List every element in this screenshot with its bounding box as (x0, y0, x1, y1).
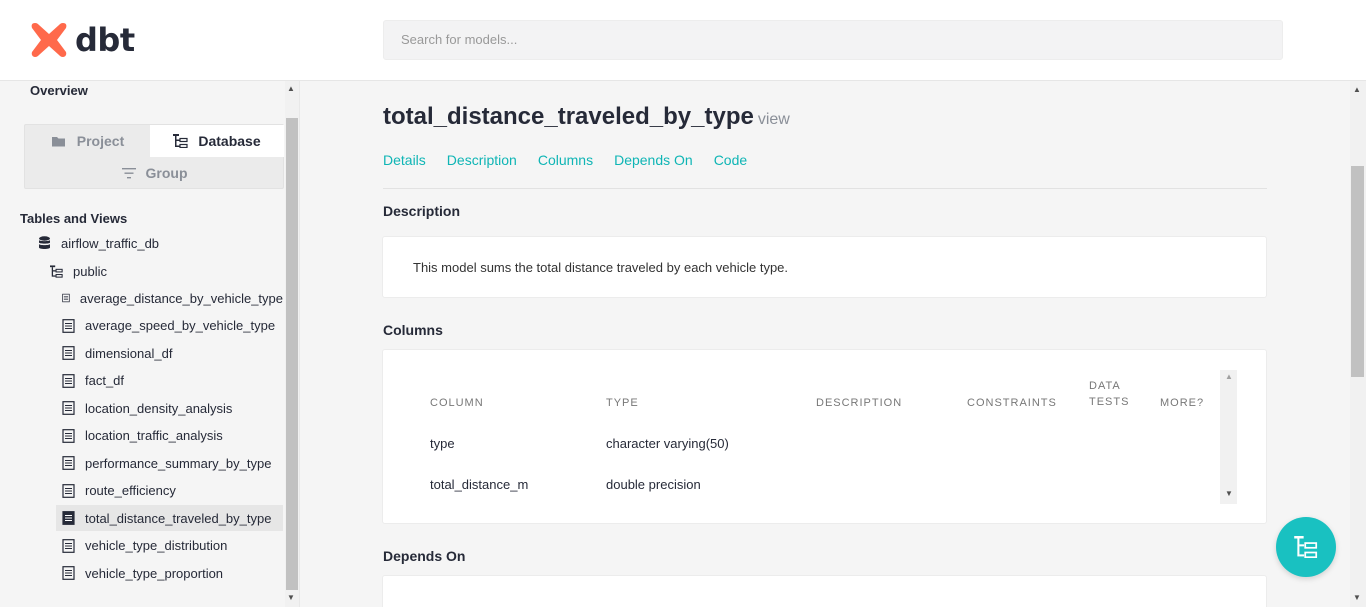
sidebar-model-item[interactable]: average_speed_by_vehicle_type (56, 313, 283, 339)
model-name: total_distance_traveled_by_type (383, 103, 754, 130)
row-2-column[interactable]: total_distance_m (430, 477, 528, 492)
sidebar-model-item[interactable]: vehicle_type_distribution (56, 533, 283, 559)
col-header-constraints[interactable]: CONSTRAINTS (967, 397, 1057, 409)
depends-on-heading: Depends On (383, 548, 466, 564)
sidebar-model-label: average_distance_by_vehicle_type (79, 290, 283, 306)
file-icon (62, 428, 75, 443)
dbt-logo-icon (31, 23, 67, 57)
lineage-graph-button[interactable] (1276, 517, 1336, 577)
nav-code[interactable]: Code (714, 152, 747, 168)
columns-scroll-up-icon[interactable]: ▲ (1225, 372, 1233, 381)
model-type: view (757, 111, 790, 128)
sidebar-model-label: dimensional_df (85, 345, 173, 361)
main-scrollbar-thumb[interactable] (1351, 166, 1364, 377)
file-icon (62, 346, 75, 360)
sidebar-model-item[interactable]: fact_df (56, 368, 283, 394)
filter-icon (121, 167, 136, 178)
logo-text: dbt (75, 21, 135, 59)
file-icon (62, 511, 75, 525)
row-1-column[interactable]: type (430, 436, 455, 451)
schema-name: public (73, 263, 107, 279)
col-header-column[interactable]: COLUMN (430, 397, 484, 409)
row-1-type: character varying(50) (606, 436, 729, 451)
description-text: This model sums the total distance trave… (413, 260, 789, 275)
sidebar-scroll-down-icon[interactable]: ▼ (287, 593, 295, 602)
nav-columns[interactable]: Columns (538, 152, 593, 168)
sidebar-model-label: vehicle_type_proportion (85, 565, 224, 581)
tab-database-label: Database (198, 133, 261, 149)
tree-schema[interactable]: public (50, 258, 107, 284)
database-name: airflow_traffic_db (61, 235, 160, 251)
sidebar-model-item[interactable]: vehicle_type_proportion (56, 560, 283, 586)
file-icon (62, 373, 75, 388)
lineage-icon (1294, 536, 1318, 558)
schema-icon (50, 264, 63, 278)
file-icon (62, 318, 75, 333)
sidebar-model-item[interactable]: performance_summary_by_type (56, 450, 283, 476)
col-header-more[interactable]: MORE? (1160, 397, 1204, 409)
nav-description[interactable]: Description (447, 152, 517, 168)
header: dbt Search for models... (0, 0, 1366, 81)
sidebar-tabs: Project Database Group (24, 124, 284, 189)
dbt-logo[interactable]: dbt (29, 20, 135, 60)
description-heading: Description (383, 203, 461, 219)
sidebar-scroll-up-icon[interactable]: ▲ (287, 84, 295, 93)
col-header-data-tests-line2: TESTS (1089, 396, 1130, 408)
sidebar-model-item[interactable]: location_density_analysis (56, 395, 283, 421)
columns-scroll-down-icon[interactable]: ▼ (1225, 489, 1233, 498)
sidebar-model-label: vehicle_type_distribution (85, 538, 228, 553)
columns-heading: Columns (383, 322, 443, 338)
sidebar-model-label: route_efficiency (85, 483, 176, 498)
app: dbt Search for models... Overview Projec… (0, 0, 1366, 607)
file-icon (62, 538, 75, 553)
nav-depends-on[interactable]: Depends On (614, 152, 693, 168)
overview-link[interactable]: Overview (30, 83, 88, 98)
tab-database[interactable]: Database (150, 125, 284, 157)
tables-and-views-heading: Tables and Views (20, 211, 128, 226)
sidebar-model-label: fact_df (85, 373, 125, 388)
columns-card: COLUMN TYPE DESCRIPTION CONSTRAINTS DATA… (382, 349, 1267, 524)
row-2-type: double precision (606, 477, 701, 492)
col-header-data-tests[interactable]: DATA TESTS (1089, 380, 1129, 408)
sidebar: Overview Project Database Group Tables a… (0, 81, 300, 607)
file-icon (62, 456, 75, 470)
tab-project-label: Project (76, 133, 125, 149)
main-scroll-down-icon[interactable]: ▼ (1353, 593, 1361, 602)
sidebar-model-label: total_distance_traveled_by_type (85, 510, 272, 526)
file-icon (62, 401, 75, 415)
sidebar-model-item[interactable]: dimensional_df (56, 340, 283, 366)
tree-database[interactable]: airflow_traffic_db (38, 230, 159, 256)
sidebar-model-label: performance_summary_by_type (85, 455, 272, 471)
hierarchy-icon (173, 134, 188, 148)
main-content: total_distance_traveled_by_type view Deta… (300, 81, 1350, 607)
col-header-data-tests-line1: DATA (1089, 380, 1121, 392)
page-title: total_distance_traveled_by_type view (383, 103, 790, 131)
divider (383, 188, 1267, 189)
database-icon (39, 236, 50, 249)
depends-on-card (382, 575, 1267, 607)
columns-scrollbar[interactable] (1220, 370, 1237, 504)
sidebar-model-item[interactable]: average_distance_by_vehicle_type (56, 285, 283, 311)
sidebar-model-label: location_traffic_analysis (85, 428, 223, 443)
section-nav: Details Description Columns Depends On C… (383, 152, 747, 168)
tab-project[interactable]: Project (25, 125, 150, 157)
tab-group-label: Group (145, 165, 188, 181)
sidebar-model-item[interactable]: total_distance_traveled_by_type (56, 505, 283, 531)
sidebar-scrollbar-thumb[interactable] (286, 118, 298, 590)
file-icon (62, 293, 70, 303)
sidebar-model-label: location_density_analysis (85, 400, 233, 416)
file-icon (62, 483, 75, 498)
sidebar-model-item[interactable]: route_efficiency (56, 478, 283, 504)
file-icon (62, 566, 75, 580)
folder-icon (51, 136, 65, 146)
search-input[interactable]: Search for models... (383, 20, 1283, 60)
main-scroll-up-icon[interactable]: ▲ (1353, 85, 1361, 94)
nav-details[interactable]: Details (383, 152, 426, 168)
tab-group[interactable]: Group (25, 157, 284, 189)
sidebar-model-label: average_speed_by_vehicle_type (85, 318, 276, 333)
col-header-type[interactable]: TYPE (606, 397, 639, 409)
description-card: This model sums the total distance trave… (382, 236, 1267, 298)
col-header-description[interactable]: DESCRIPTION (816, 397, 902, 409)
sidebar-model-item[interactable]: location_traffic_analysis (56, 423, 283, 449)
